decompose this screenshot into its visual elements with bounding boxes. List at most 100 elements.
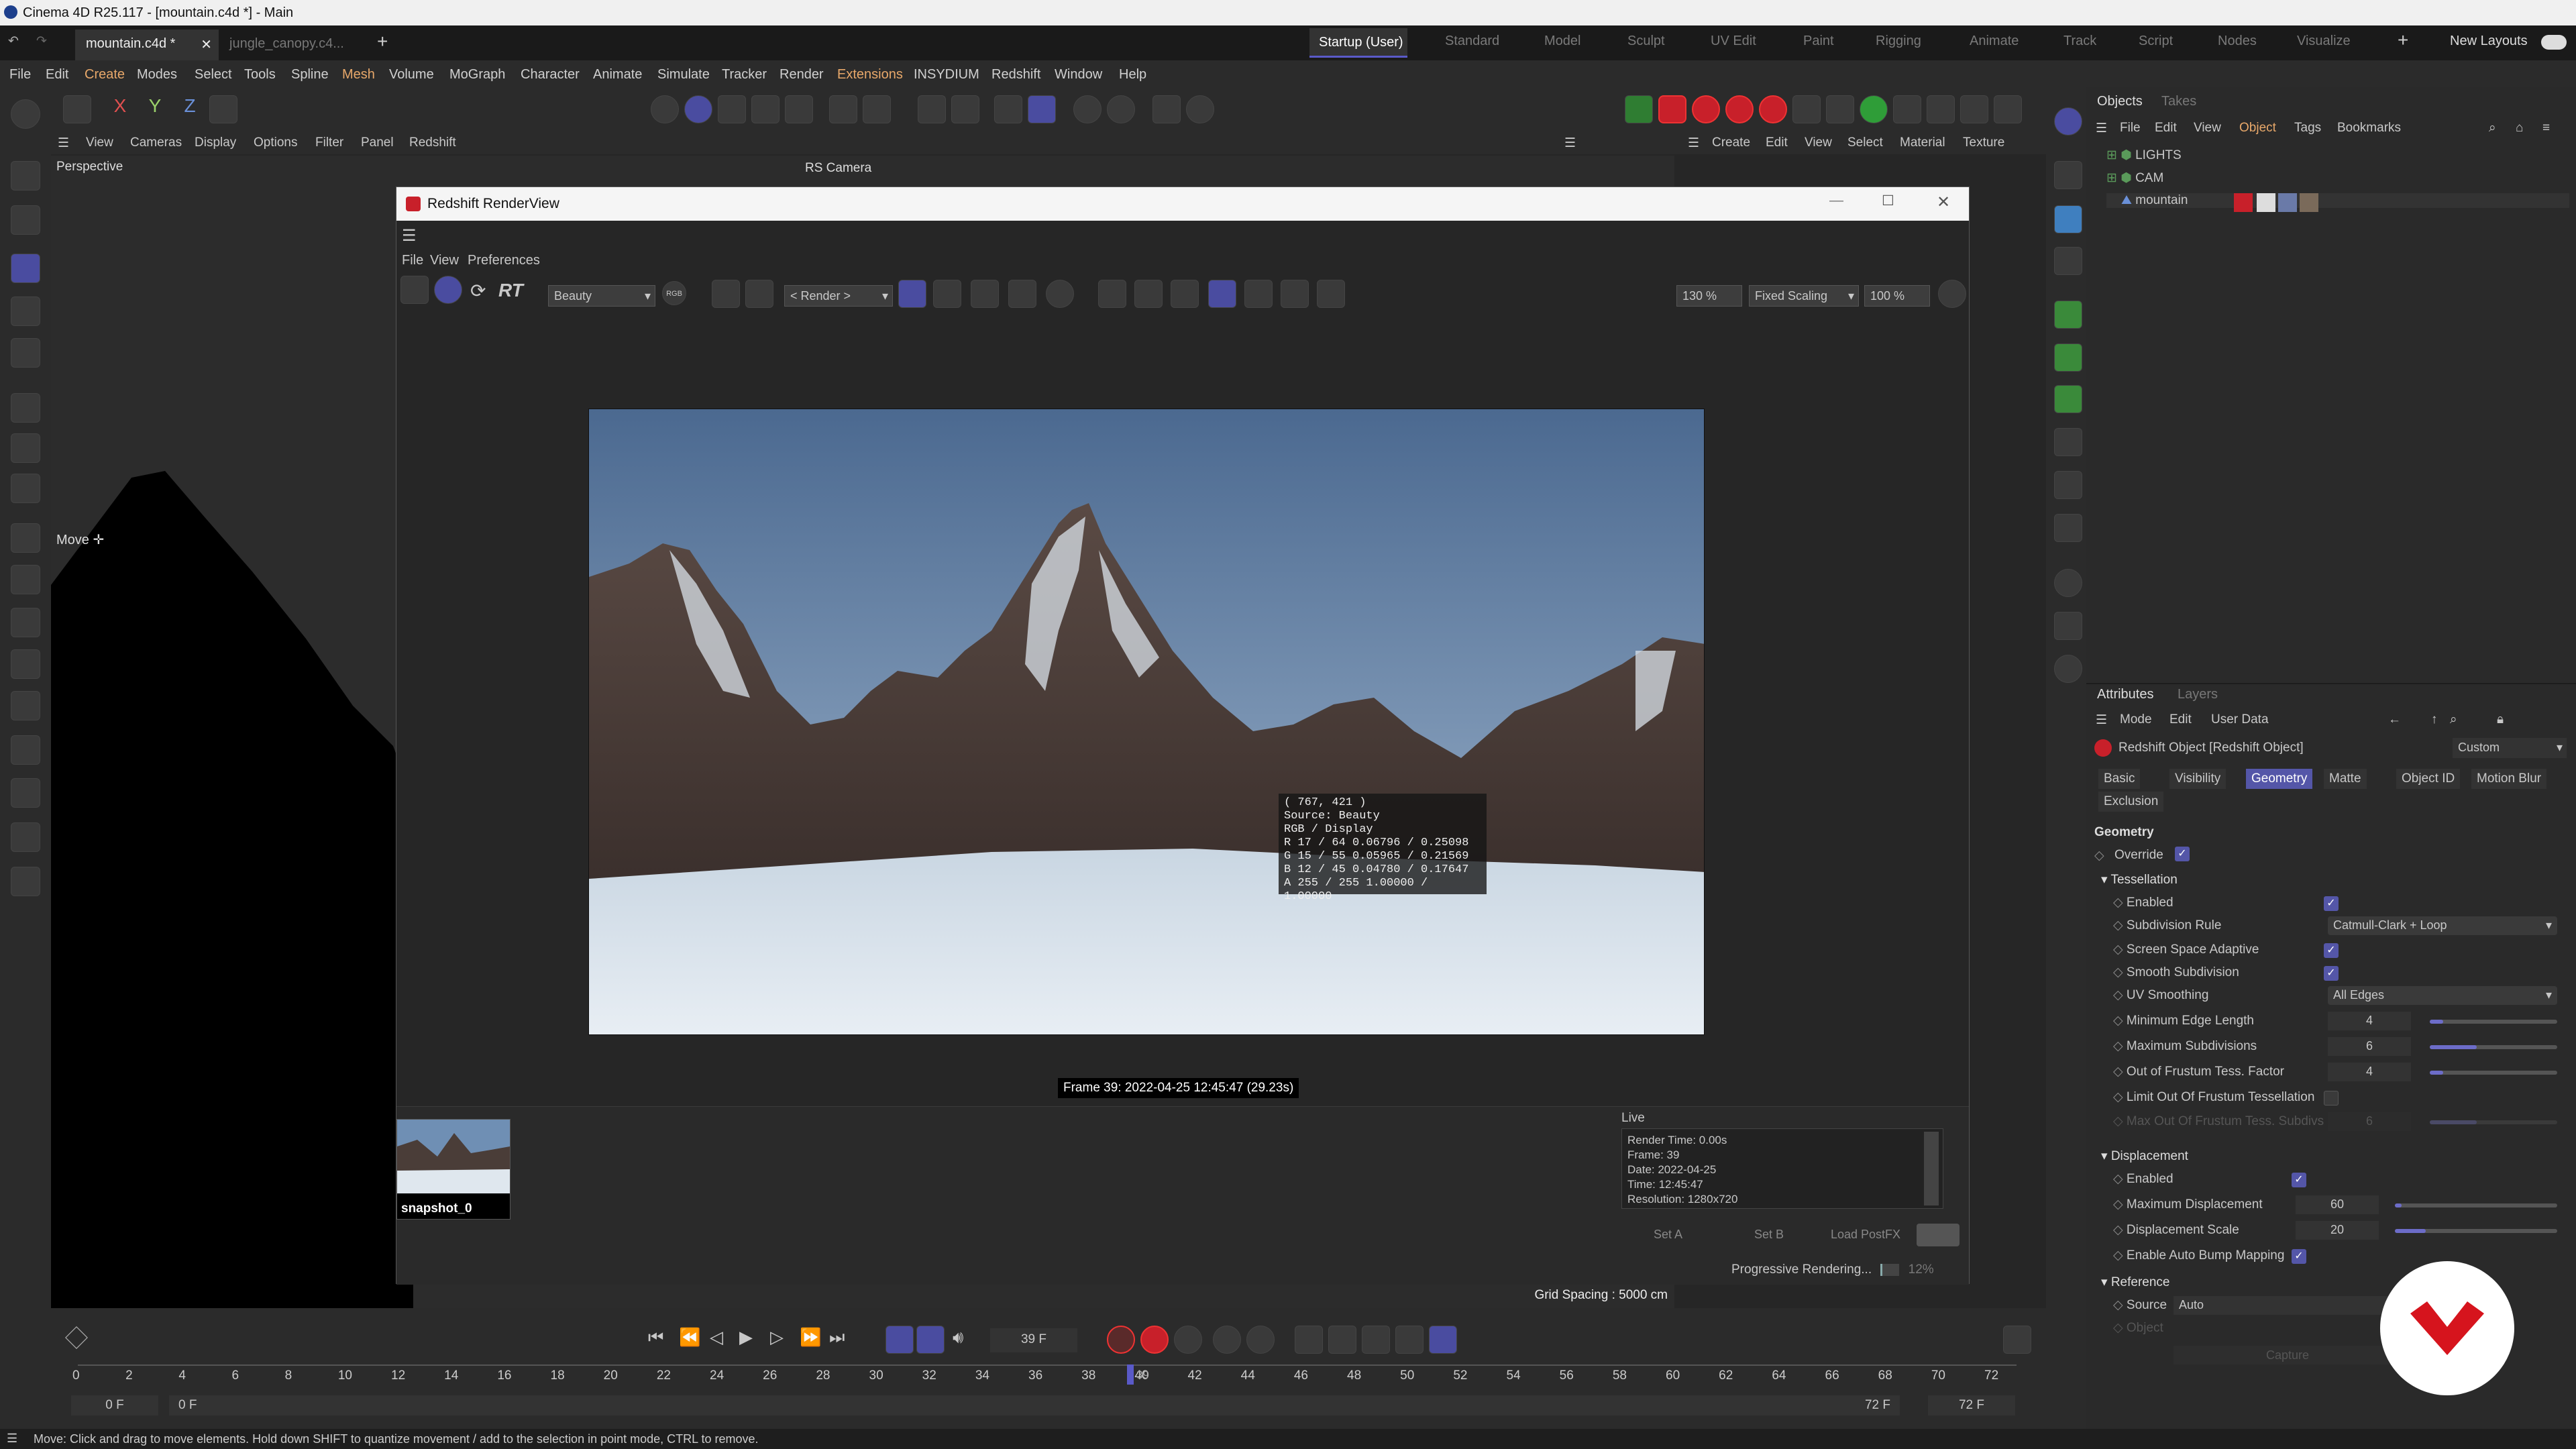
new-layouts-label[interactable]: New Layouts [2450,34,2528,49]
vp2-hamburger-icon[interactable]: ☰ [1564,136,1576,151]
object-mode-icon[interactable] [684,95,712,123]
om-hamburger-icon[interactable]: ☰ [1688,136,1699,151]
prev-frame-icon[interactable]: ◁ [710,1327,723,1348]
menu-redshift[interactable]: Redshift [991,67,1040,83]
picture-viewer-icon[interactable] [1960,95,1988,123]
rv-menu-file[interactable]: File [402,253,423,268]
snap-settings-icon[interactable] [951,95,979,123]
bevel-icon[interactable] [11,565,40,594]
subtab-matte[interactable]: Matte [2324,769,2367,789]
render-mode-select[interactable]: < Render > ▾ [784,285,893,307]
object-row-mountain[interactable]: ⛰ mountain [2106,193,2569,208]
search-icon[interactable] [11,99,40,129]
layers-icon[interactable] [11,778,40,808]
menu-simulate[interactable]: Simulate [657,67,710,83]
preset-select[interactable]: Custom ▾ [2453,738,2567,758]
stack-icon[interactable] [11,822,40,852]
attr-menu-user-data[interactable]: User Data [2211,712,2269,727]
end-frame-field[interactable]: 72 F [1928,1395,2015,1415]
rs-material-icon[interactable] [1692,95,1720,123]
circle-icon[interactable] [1046,280,1074,308]
reference-section[interactable]: ▾ Reference [2101,1275,2170,1290]
current-frame-field[interactable]: 39 F [990,1328,1077,1352]
menu-mesh[interactable]: Mesh [342,67,375,83]
rs-proxy-icon[interactable] [1759,95,1787,123]
vp-menu-cameras[interactable]: Cameras [130,136,182,150]
points-mode-icon[interactable] [718,95,746,123]
uv-smoothing-select[interactable]: All Edges ▾ [2328,986,2557,1005]
om-menu-view[interactable]: View [1805,136,1832,150]
tab-objects[interactable]: Objects [2097,94,2143,109]
aov-select[interactable]: Beauty ▾ [548,285,655,307]
attr-search-icon[interactable]: ⌕ [2450,712,2457,727]
min-edge-length-field[interactable]: 4 [2328,1012,2411,1030]
layout-toggle[interactable] [2541,35,2567,50]
snowflake-icon[interactable] [1008,280,1036,308]
object-row-cam[interactable]: ⊞ ⬢ CAM [2106,170,2163,186]
prev-key-icon[interactable]: ⏪ [679,1327,700,1348]
uvw-tag-icon[interactable] [2278,193,2297,212]
rs-render-icon[interactable] [1625,95,1653,123]
subtab-motion-blur[interactable]: Motion Blur [2471,769,2547,789]
disp-enabled-checkbox[interactable]: ✓ [2292,1173,2306,1187]
override-checkbox[interactable]: ✓ [2175,847,2190,861]
key-param-icon[interactable] [1362,1326,1390,1354]
menu-spline[interactable]: Spline [291,67,329,83]
menu-character[interactable]: Character [521,67,580,83]
field-icon[interactable] [2054,471,2082,499]
fit-icon[interactable] [1134,280,1163,308]
om-menu-texture[interactable]: Texture [1963,136,2004,150]
close-icon[interactable]: ✕ [1937,193,1950,212]
hamburger-icon[interactable]: ☰ [58,136,69,151]
subdivision-rule-select[interactable]: Catmull-Clark + Loop ▾ [2328,916,2557,935]
x-axis-toggle[interactable]: X [106,95,134,123]
postfx-settings-button[interactable] [1917,1224,1960,1246]
move-tool-icon[interactable] [11,254,40,283]
brush-icon[interactable] [11,393,40,423]
tess-enabled-checkbox[interactable]: ✓ [2324,896,2339,911]
menu-create[interactable]: Create [85,67,125,83]
status-hamburger-icon[interactable]: ☰ [7,1432,17,1446]
key-rotate-icon[interactable] [1246,1326,1275,1354]
obj-menu-file[interactable]: File [2120,121,2141,136]
displacement-section[interactable]: ▾ Displacement [2101,1148,2188,1164]
paint-icon[interactable] [11,735,40,765]
layout-tab[interactable]: UV Edit [1711,34,1756,49]
light-icon[interactable] [2054,655,2082,683]
edges-mode-icon[interactable] [751,95,780,123]
vp-menu-view[interactable]: View [86,136,113,150]
om-menu-create[interactable]: Create [1712,136,1750,150]
displacement-scale-slider[interactable] [2395,1229,2557,1233]
clapper-icon[interactable] [400,276,429,304]
layout-tab-startup[interactable]: Startup (User) [1309,28,1407,58]
layout-tab[interactable]: Track [2063,34,2096,49]
doc-tab-mountain[interactable]: mountain.c4d * ✕ [75,30,219,60]
weld-icon[interactable] [11,649,40,679]
attr-menu-edit[interactable]: Edit [2169,712,2192,727]
render-view-icon[interactable] [1927,95,1955,123]
menu-insydium[interactable]: INSYDIUM [914,67,979,83]
layout-tab[interactable]: Nodes [2218,34,2257,49]
layout-tab[interactable]: Script [2139,34,2173,49]
menu-window[interactable]: Window [1055,67,1102,83]
attr-hamburger-icon[interactable]: ☰ [2096,712,2107,728]
menu-help[interactable]: Help [1119,67,1146,83]
auto-bump-checkbox[interactable]: ✓ [2292,1249,2306,1264]
model-mode-icon[interactable] [651,95,679,123]
vp-menu-panel[interactable]: Panel [361,136,394,150]
om-menu-select[interactable]: Select [1847,136,1883,150]
uv-mode-icon[interactable] [829,95,857,123]
subtab-object-id[interactable]: Object ID [2396,769,2461,789]
min-edge-length-slider[interactable] [2430,1020,2557,1024]
screen-space-adaptive-checkbox[interactable]: ✓ [2324,943,2339,958]
mograph-icon[interactable] [2054,343,2082,372]
key-pla-icon[interactable] [1395,1326,1424,1354]
coordinate-system-icon[interactable] [209,95,237,123]
bridge-icon[interactable] [11,608,40,637]
polygons-mode-icon[interactable] [785,95,813,123]
settings-gear-icon[interactable] [1938,280,1966,308]
z-axis-toggle[interactable]: Z [176,95,204,123]
cube-icon[interactable] [2054,205,2082,233]
tab-layers[interactable]: Layers [2178,687,2218,702]
menu-tools[interactable]: Tools [244,67,276,83]
